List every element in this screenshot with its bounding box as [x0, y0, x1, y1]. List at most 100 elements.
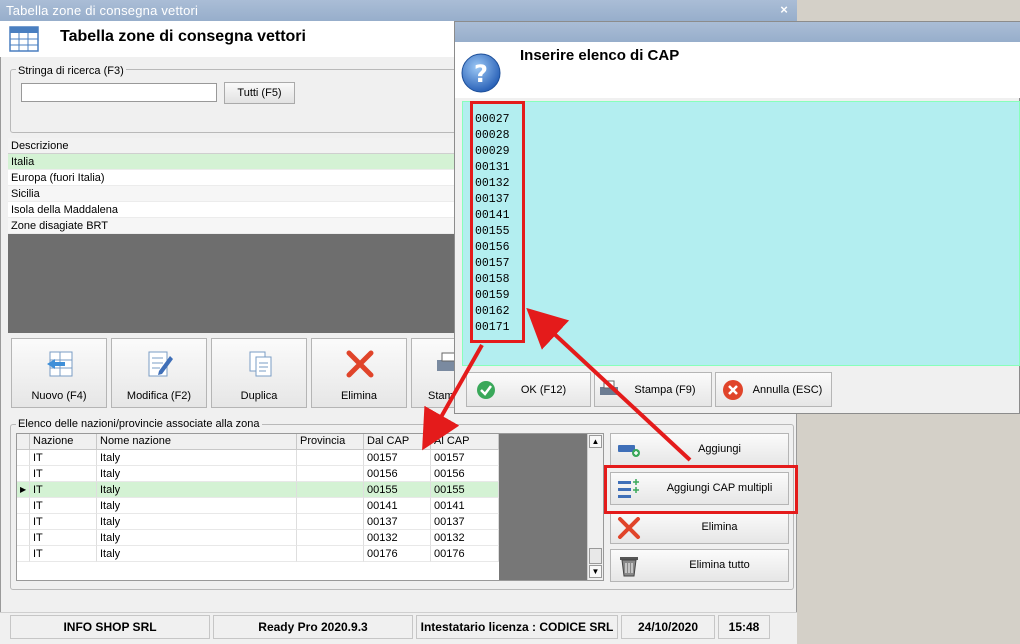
add-label: Aggiungi — [698, 443, 741, 455]
scroll-down-icon[interactable]: ▼ — [589, 565, 602, 578]
table-row[interactable]: IT Italy 00157 00157 — [17, 450, 499, 466]
table-cell[interactable]: 00157 — [431, 450, 499, 466]
table-cell[interactable] — [297, 498, 364, 514]
trash-icon — [620, 557, 638, 577]
row-indicator[interactable] — [17, 514, 30, 530]
row-indicator[interactable] — [17, 546, 30, 562]
table-cell[interactable]: 00132 — [364, 530, 431, 546]
dialog-print-button[interactable]: Stampa (F9) — [594, 372, 712, 407]
row-indicator[interactable] — [17, 498, 30, 514]
table-cell[interactable]: 00176 — [364, 546, 431, 562]
row-indicator[interactable] — [17, 450, 30, 466]
delete-x-icon — [346, 350, 374, 378]
search-input[interactable] — [21, 83, 217, 102]
new-icon — [47, 351, 73, 377]
table-cell[interactable]: 00176 — [431, 546, 499, 562]
cancel-label: Annulla (ESC) — [752, 384, 823, 396]
table-cell[interactable]: 00155 — [431, 482, 499, 498]
table-cell[interactable]: Italy — [97, 482, 297, 498]
list-item[interactable]: Isola della Maddalena — [8, 202, 458, 218]
list-item[interactable]: Zone disagiate BRT — [8, 218, 458, 234]
column-header-provincia[interactable]: Provincia — [297, 434, 364, 450]
column-header-nome-nazione[interactable]: Nome nazione — [97, 434, 297, 450]
close-icon[interactable]: × — [776, 2, 792, 18]
scroll-thumb[interactable] — [589, 548, 602, 564]
column-header-dal-cap[interactable]: Dal CAP — [364, 434, 431, 450]
table-cell[interactable]: IT — [30, 514, 97, 530]
table-cell[interactable]: 00157 — [364, 450, 431, 466]
list-item[interactable]: Sicilia — [8, 186, 458, 202]
table-row[interactable]: ▶ IT Italy 00155 00155 — [17, 482, 499, 498]
table-row[interactable]: IT Italy 00141 00141 — [17, 498, 499, 514]
table-cell[interactable]: IT — [30, 450, 97, 466]
table-row[interactable]: IT Italy 00137 00137 — [17, 514, 499, 530]
table-row[interactable]: IT Italy 00156 00156 — [17, 466, 499, 482]
new-button[interactable]: Nuovo (F4) — [11, 338, 107, 408]
table-cell[interactable]: 00156 — [364, 466, 431, 482]
scrollbar[interactable]: ▲ ▼ — [587, 434, 603, 580]
table-cell[interactable]: Italy — [97, 466, 297, 482]
table-cell[interactable] — [297, 466, 364, 482]
table-icon — [9, 26, 39, 52]
duplicate-button[interactable]: Duplica — [211, 338, 307, 408]
table-cell[interactable]: IT — [30, 498, 97, 514]
table-cell[interactable]: IT — [30, 546, 97, 562]
status-company: INFO SHOP SRL — [10, 615, 210, 639]
delete-all-label: Elimina tutto — [689, 559, 750, 571]
table-cell[interactable]: 00141 — [431, 498, 499, 514]
table-cell[interactable]: 00137 — [431, 514, 499, 530]
delete-cap-button[interactable]: Elimina — [610, 511, 789, 544]
delete-all-button[interactable]: Elimina tutto — [610, 549, 789, 582]
dialog-print-label: Stampa (F9) — [634, 384, 696, 396]
list-item[interactable]: Italia — [8, 154, 458, 170]
table-cell[interactable]: Italy — [97, 498, 297, 514]
table-cell[interactable]: IT — [30, 466, 97, 482]
table-cell[interactable]: 00155 — [364, 482, 431, 498]
table-row[interactable]: IT Italy 00176 00176 — [17, 546, 499, 562]
add-button[interactable]: Aggiungi — [610, 433, 789, 466]
edit-icon — [148, 351, 173, 377]
list-item[interactable]: Europa (fuori Italia) — [8, 170, 458, 186]
delete-button[interactable]: Elimina — [311, 338, 407, 408]
table-cell[interactable] — [297, 530, 364, 546]
question-icon: ? — [461, 53, 501, 93]
status-time: 15:48 — [718, 615, 770, 639]
row-indicator[interactable] — [17, 466, 30, 482]
print-button[interactable]: Stampa — [411, 338, 456, 408]
cancel-icon — [723, 380, 743, 400]
cancel-button[interactable]: Annulla (ESC) — [715, 372, 832, 407]
table-cell[interactable]: Italy — [97, 450, 297, 466]
table-cell[interactable]: Italy — [97, 530, 297, 546]
zone-list-header[interactable]: Descrizione — [8, 138, 458, 154]
main-window-titlebar: Tabella zone di consegna vettori — [0, 0, 797, 21]
column-header-al-cap[interactable]: Al CAP — [431, 434, 499, 450]
duplicate-label: Duplica — [240, 390, 278, 402]
status-version: Ready Pro 2020.9.3 — [213, 615, 413, 639]
ok-button[interactable]: OK (F12) — [466, 372, 591, 407]
table-cell[interactable]: Italy — [97, 546, 297, 562]
status-date: 24/10/2020 — [621, 615, 715, 639]
table-cell[interactable] — [297, 546, 364, 562]
table-cell[interactable]: 00132 — [431, 530, 499, 546]
column-header-nazione[interactable]: Nazione — [30, 434, 97, 450]
table-cell[interactable]: 00137 — [364, 514, 431, 530]
dialog-titlebar — [455, 22, 1020, 42]
show-all-button[interactable]: Tutti (F5) — [224, 82, 295, 104]
table-cell[interactable] — [297, 514, 364, 530]
table-cell[interactable]: IT — [30, 482, 97, 498]
table-cell[interactable]: Italy — [97, 514, 297, 530]
edit-button[interactable]: Modifica (F2) — [111, 338, 207, 408]
cap-input-area[interactable] — [462, 101, 1020, 366]
table-cell[interactable]: 00141 — [364, 498, 431, 514]
row-indicator[interactable] — [17, 530, 30, 546]
duplicate-icon — [249, 351, 272, 377]
scroll-up-icon[interactable]: ▲ — [589, 435, 602, 448]
table-cell[interactable]: IT — [30, 530, 97, 546]
svg-text:?: ? — [474, 60, 488, 88]
check-icon — [477, 381, 495, 399]
table-cell[interactable]: 00156 — [431, 466, 499, 482]
table-cell[interactable] — [297, 482, 364, 498]
table-cell[interactable] — [297, 450, 364, 466]
row-indicator[interactable]: ▶ — [17, 482, 30, 498]
table-row[interactable]: IT Italy 00132 00132 — [17, 530, 499, 546]
